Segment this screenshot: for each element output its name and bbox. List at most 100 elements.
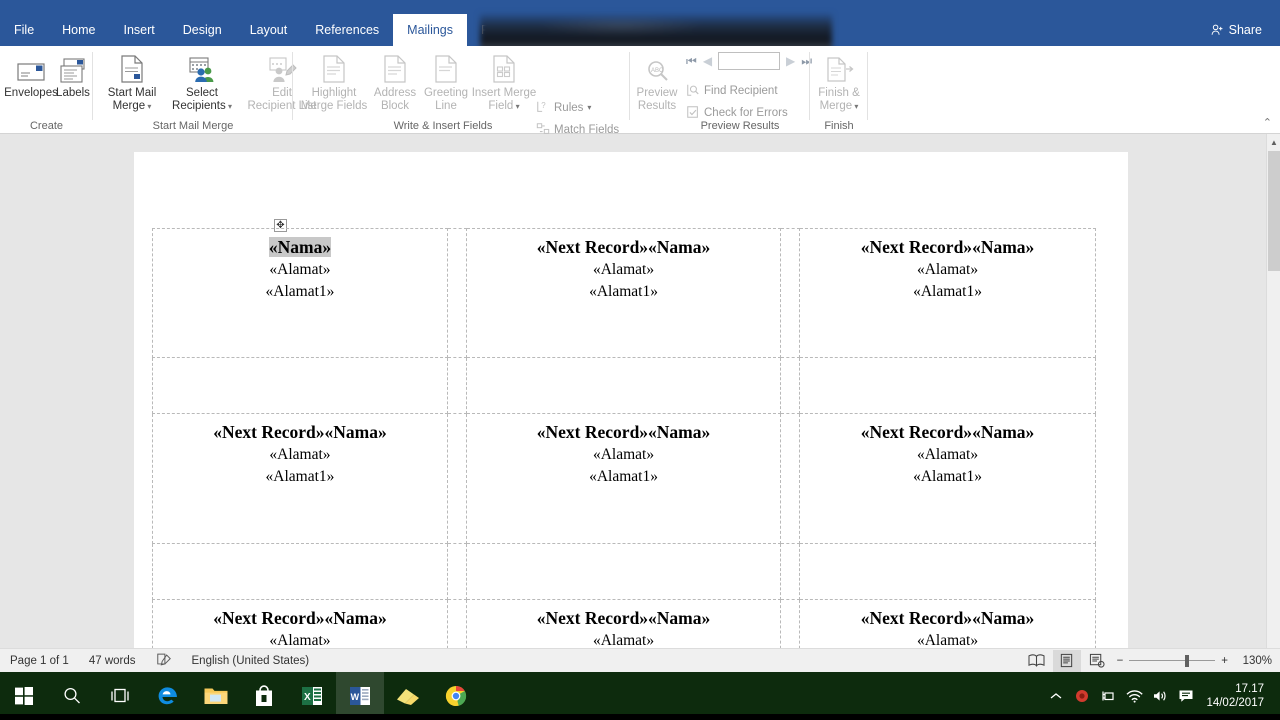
merge-field-alamat[interactable]: «Alamat» [153,444,447,466]
label-cell[interactable]: «Nama» «Alamat» «Alamat1» [152,228,448,358]
store-icon[interactable] [240,672,288,720]
document-page[interactable]: ✥ «Nama» «Alamat» «Alamat1» «Next Record»«N… [134,152,1128,648]
recording-indicator-icon[interactable] [1070,672,1094,720]
start-button[interactable] [0,672,48,720]
label-row[interactable]: «Next Record»«Nama»«Alamat»«Alamat1»«Nex… [152,414,1097,544]
word-icon[interactable]: W [336,672,384,720]
folder-icon[interactable] [192,672,240,720]
merge-field-alamat[interactable]: «Alamat» [153,259,447,281]
address-block-button[interactable]: Address Block [369,50,421,122]
sticky-notes-icon[interactable] [384,672,432,720]
tab-home[interactable]: Home [48,14,109,46]
merge-field-alamat[interactable]: «Alamat» [467,259,781,281]
plug-icon[interactable] [1096,672,1120,720]
next-record-button[interactable]: ▶ [786,55,795,67]
label-gutter-cell[interactable] [466,358,782,414]
merge-field-next-record[interactable]: «Next Record» [537,422,648,442]
merge-field-next-record[interactable]: «Next Record» [861,422,972,442]
label-gutter-cell[interactable] [466,544,782,600]
merge-field-nama[interactable]: «Nama» [648,422,710,442]
label-cell[interactable]: «Next Record»«Nama»«Alamat»«Alamat1» [800,414,1097,544]
label-cell[interactable]: «Next Record»«Nama»«Alamat»«Alamat1» [466,228,782,358]
merge-field-nama[interactable]: «Nama» [268,237,332,257]
volume-icon[interactable] [1148,672,1172,720]
label-gutter-cell[interactable] [800,544,1097,600]
label-gutter-cell[interactable] [800,358,1097,414]
search-button[interactable] [48,672,96,720]
merge-field-nama[interactable]: «Nama» [648,237,710,257]
merge-field-next-record[interactable]: «Next Record» [537,237,648,257]
scroll-up-button[interactable]: ▲ [1267,134,1280,150]
tab-insert[interactable]: Insert [110,14,169,46]
print-layout-button[interactable] [1052,649,1081,672]
merge-field-name[interactable]: «Next Record»«Nama» [800,607,1095,630]
merge-field-alamat1[interactable]: «Alamat1» [467,466,781,488]
zoom-out-button[interactable]: − [1117,655,1124,667]
web-layout-button[interactable] [1083,650,1111,672]
merge-field-name[interactable]: «Next Record»«Nama» [467,421,781,444]
first-record-button[interactable]: ⏮ [686,55,697,67]
merge-field-next-record[interactable]: «Next Record» [861,608,972,628]
label-gutter-row[interactable] [152,544,1097,600]
wifi-icon[interactable] [1122,672,1146,720]
greeting-line-button[interactable]: Greeting Line [421,50,471,122]
label-table[interactable]: «Nama» «Alamat» «Alamat1» «Next Record»«Nam… [152,228,1097,648]
merge-field-alamat[interactable]: «Alamat» [800,259,1095,281]
merge-field-name[interactable]: «Next Record»«Nama» [467,236,781,259]
chrome-icon[interactable] [432,672,480,720]
merge-field-nama[interactable]: «Nama» [972,608,1034,628]
tab-references[interactable]: References [301,14,393,46]
merge-field-name[interactable]: «Next Record»«Nama» [153,607,447,630]
edge-icon[interactable] [144,672,192,720]
merge-field-alamat1[interactable]: «Alamat1» [153,281,447,303]
insert-merge-field-button[interactable]: Insert Merge Field ▾ [471,50,537,122]
merge-field-alamat1[interactable]: «Alamat1» [800,466,1095,488]
merge-field-nama[interactable]: «Nama» [325,608,387,628]
tab-mailings[interactable]: Mailings [393,14,468,46]
merge-field-name[interactable]: «Next Record»«Nama» [153,421,447,444]
tell-me-search[interactable]: ant to do [700,14,749,46]
zoom-slider[interactable]: − + [1117,654,1228,668]
excel-icon[interactable]: X [288,672,336,720]
merge-field-next-record[interactable]: «Next Record» [213,422,324,442]
zoom-thumb[interactable] [1185,654,1190,667]
task-view-button[interactable] [96,672,144,720]
merge-field-alamat[interactable]: «Alamat» [800,444,1095,466]
previous-record-button[interactable]: ◀ [703,55,712,67]
label-row[interactable]: «Next Record»«Nama»«Alamat»«Alamat1»«Nex… [152,600,1097,648]
label-cell[interactable]: «Next Record»«Nama»«Alamat»«Alamat1» [800,600,1097,648]
tab-layout[interactable]: Layout [236,14,302,46]
merge-field-alamat1[interactable]: «Alamat1» [800,281,1095,303]
scrollbar-thumb[interactable] [1268,151,1280,271]
merge-field-nama[interactable]: «Nama» [972,422,1034,442]
label-cell[interactable]: «Next Record»«Nama»«Alamat»«Alamat1» [467,600,782,648]
merge-field-alamat1[interactable]: «Alamat1» [153,466,447,488]
merge-field-alamat[interactable]: «Alamat» [153,630,447,648]
zoom-in-button[interactable]: + [1221,655,1228,667]
label-cell[interactable]: «Next Record»«Nama»«Alamat»«Alamat1» [466,414,782,544]
collapse-ribbon-button[interactable]: ⌃ [1263,116,1272,129]
show-hidden-icons-button[interactable] [1044,672,1068,720]
start-mail-merge-button[interactable]: Start Mail Merge ▾ [101,50,163,122]
merge-field-nama[interactable]: «Nama» [648,608,710,628]
preview-results-button[interactable]: ABC Preview Results [630,50,684,122]
merge-field-alamat[interactable]: «Alamat» [800,630,1095,648]
label-gutter-row[interactable] [152,358,1097,414]
zoom-track[interactable] [1129,654,1216,668]
tab-file[interactable]: File [0,14,48,46]
merge-field-next-record[interactable]: «Next Record» [861,237,972,257]
label-cell[interactable]: «Next Record»«Nama»«Alamat»«Alamat1» [152,414,448,544]
label-gutter-cell[interactable] [152,358,448,414]
page-indicator[interactable]: Page 1 of 1 [0,655,79,667]
merge-field-nama[interactable]: «Nama» [972,237,1034,257]
tab-design[interactable]: Design [169,14,236,46]
record-number-input[interactable] [718,52,781,70]
merge-field-alamat1[interactable]: «Alamat1» [467,281,781,303]
proofing-errors-icon[interactable] [146,653,182,669]
labels-button[interactable]: Labels [50,50,96,122]
tab-review[interactable]: Review [467,14,536,46]
merge-field-alamat[interactable]: «Alamat» [467,630,781,648]
label-row[interactable]: «Nama» «Alamat» «Alamat1» «Next Record»«Nam… [152,228,1097,358]
rules-button[interactable]: ? Rules ▾ [536,98,591,118]
find-recipient-button[interactable]: Find Recipient [686,81,778,101]
